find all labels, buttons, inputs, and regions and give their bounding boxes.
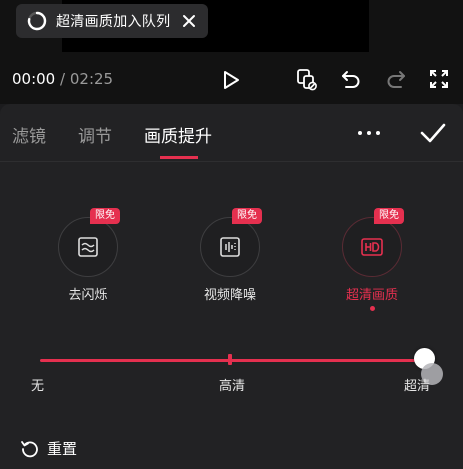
option-video-denoise[interactable]: 限免 视频降噪 bbox=[170, 208, 290, 315]
redo-icon[interactable] bbox=[385, 68, 407, 90]
reset-button[interactable]: 重置 bbox=[20, 436, 77, 460]
option-deflicker[interactable]: 限免 去闪烁 bbox=[28, 208, 148, 315]
option-label: 去闪烁 bbox=[68, 288, 108, 303]
level-label-ultra-hd: 超清 bbox=[404, 379, 431, 394]
option-circle bbox=[58, 217, 118, 277]
denoise-icon bbox=[220, 237, 240, 257]
toast-text: 超清画质加入队列 bbox=[56, 14, 171, 30]
option-label: 超清画质 bbox=[345, 288, 398, 303]
device-icon[interactable] bbox=[295, 68, 319, 92]
effects-panel: 滤镜 调节 画质提升 限免 去闪烁 限免 视频降噪 限免 超清画质 无 高清 超… bbox=[0, 104, 463, 469]
tab-bar: 滤镜 调节 画质提升 bbox=[0, 104, 463, 160]
level-label-hd: 高清 bbox=[219, 379, 246, 394]
video-preview-area: 超清画质加入队列 00:00 / 02:25 bbox=[0, 0, 463, 104]
slider-tick bbox=[228, 354, 232, 365]
time-separator: / bbox=[60, 70, 66, 88]
current-time: 00:00 bbox=[12, 70, 56, 88]
tab-quality-enhance[interactable]: 画质提升 bbox=[144, 122, 212, 147]
active-tab-indicator bbox=[160, 156, 198, 159]
reset-label: 重置 bbox=[47, 439, 78, 458]
option-ultra-hd[interactable]: 限免 超清画质 bbox=[312, 208, 432, 315]
playback-bar: 00:00 / 02:25 bbox=[0, 62, 463, 96]
free-badge: 限免 bbox=[374, 208, 404, 224]
slider-track bbox=[40, 359, 424, 362]
close-icon[interactable] bbox=[182, 14, 196, 28]
undo-icon[interactable] bbox=[340, 68, 362, 90]
fullscreen-icon[interactable] bbox=[429, 69, 449, 89]
time-display: 00:00 / 02:25 bbox=[12, 70, 113, 88]
selected-dot bbox=[370, 306, 375, 311]
option-circle bbox=[342, 217, 402, 277]
hd-icon bbox=[361, 238, 383, 256]
quality-slider[interactable] bbox=[40, 348, 435, 372]
option-label: 视频降噪 bbox=[203, 288, 256, 303]
toast-notification: 超清画质加入队列 bbox=[16, 4, 208, 38]
confirm-icon[interactable] bbox=[420, 122, 446, 144]
reset-icon bbox=[21, 441, 38, 458]
play-icon[interactable] bbox=[220, 69, 242, 91]
tab-adjust[interactable]: 调节 bbox=[78, 122, 112, 147]
free-badge: 限免 bbox=[90, 208, 120, 224]
more-icon[interactable] bbox=[356, 126, 382, 140]
wave-icon bbox=[78, 237, 98, 257]
spinner-icon bbox=[27, 11, 47, 31]
level-label-none: 无 bbox=[31, 379, 45, 394]
free-badge: 限免 bbox=[232, 208, 262, 224]
divider bbox=[0, 161, 463, 162]
tab-filter[interactable]: 滤镜 bbox=[12, 122, 46, 147]
total-time: 02:25 bbox=[69, 70, 114, 88]
option-circle bbox=[200, 217, 260, 277]
